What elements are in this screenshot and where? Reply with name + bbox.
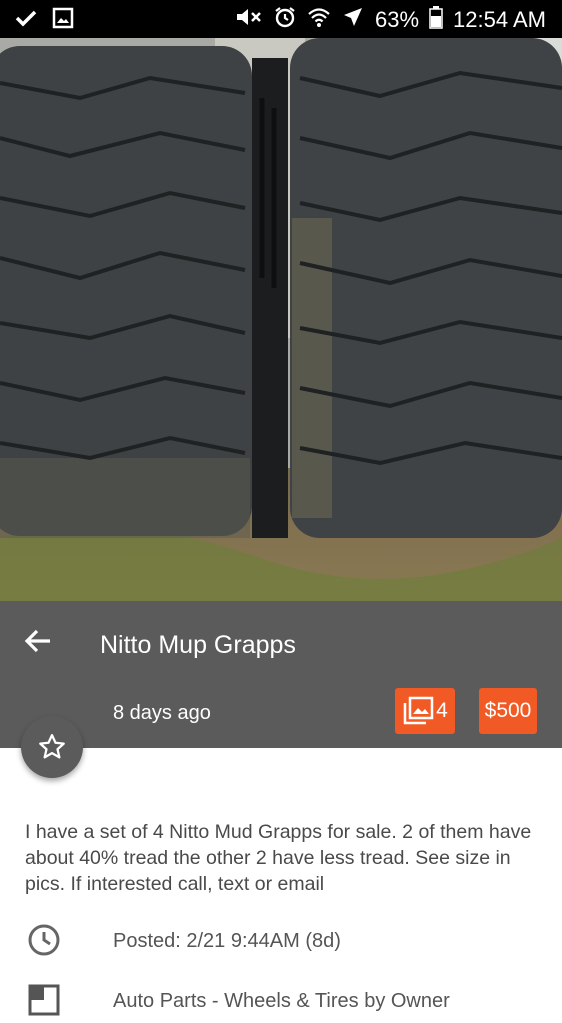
back-button[interactable] — [22, 625, 54, 657]
listing-description: I have a set of 4 Nitto Mud Grapps for s… — [25, 821, 532, 895]
airplane-mode-icon — [341, 5, 365, 35]
photo-count: 4 — [436, 699, 448, 722]
battery-percent: 63% — [375, 7, 420, 32]
posted-date: Posted: 2/21 9:44AM (8d) — [113, 930, 341, 952]
posted-row: Posted: 2/21 9:44AM (8d) — [0, 922, 562, 962]
category-icon — [26, 982, 62, 1023]
favorite-button[interactable] — [21, 716, 83, 778]
category-row: Auto Parts - Wheels & Tires by Owner — [0, 982, 562, 1022]
listing-title: Nitto Mup Grapps — [100, 631, 296, 659]
photos-button[interactable]: 4 — [395, 688, 455, 734]
price-badge[interactable]: $500 — [479, 688, 537, 734]
back-arrow-icon — [24, 629, 50, 653]
check-icon — [14, 6, 38, 35]
alarm-icon — [273, 5, 297, 35]
photos-icon — [402, 696, 434, 726]
listing-photo[interactable] — [0, 38, 562, 601]
wifi-icon — [307, 5, 331, 35]
mute-icon — [233, 5, 263, 35]
listing-category: Auto Parts - Wheels & Tires by Owner — [113, 990, 450, 1012]
clock-icon — [26, 922, 62, 963]
battery-icon — [429, 5, 443, 35]
status-bar: 63% 12:54 AM — [0, 0, 562, 38]
star-icon — [39, 734, 65, 759]
listing-header: Nitto Mup Grapps 8 days ago 4 $500 — [0, 601, 562, 748]
posted-ago: 8 days ago — [113, 702, 211, 724]
image-icon — [52, 7, 74, 34]
clock-time: 12:54 AM — [453, 7, 546, 32]
